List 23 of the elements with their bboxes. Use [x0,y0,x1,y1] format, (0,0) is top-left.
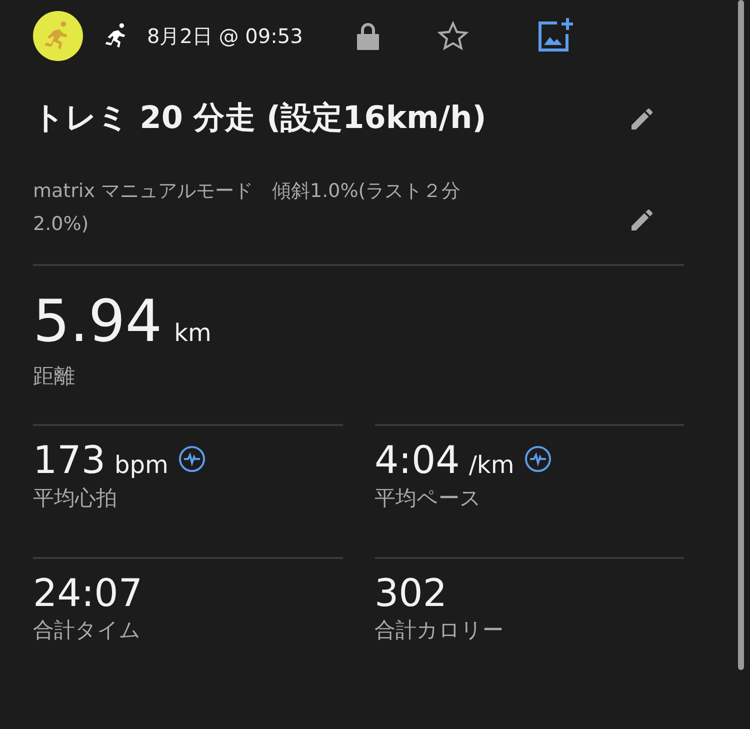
distance-unit: km [174,318,212,349]
chart-icon[interactable] [524,445,552,474]
stat-unit: /km [468,450,514,482]
activity-avatar[interactable] [33,11,83,61]
stat-value: 4:04 [374,440,460,482]
stat-unit: bpm [114,450,168,482]
stat-value: 173 [33,440,106,482]
distance-label: 距離 [33,362,76,390]
lock-icon[interactable] [354,21,381,51]
stat-label: 平均心拍 [33,485,118,512]
star-icon[interactable] [436,20,469,52]
activity-title: トレミ 20 分走 (設定16km/h) [33,100,486,138]
stat-value: 302 [374,573,448,615]
scrollbar[interactable] [738,0,744,670]
activity-description: matrix マニュアルモード 傾斜1.0%(ラスト２分2.0%) [33,179,462,238]
stat-label: 平均ペース [374,485,482,512]
chart-icon[interactable] [178,445,206,474]
distance-value: 5.94 [33,292,162,350]
activity-date: 8月2日 @ 09:53 [147,23,303,50]
stat-value: 24:07 [33,573,143,615]
add-photo-icon[interactable] [536,18,573,54]
stat-label: 合計タイム [33,616,142,644]
stat-label: 合計カロリー [374,616,504,644]
